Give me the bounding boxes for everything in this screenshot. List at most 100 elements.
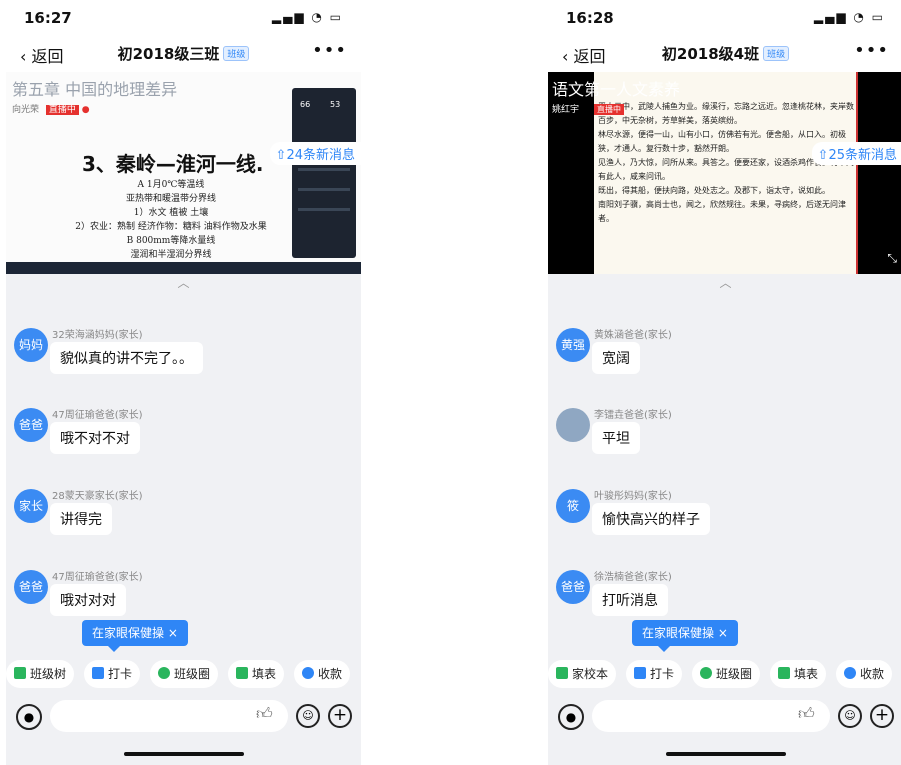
live-video-player[interactable]: 第五章 中国的地理差异 向光荣 直播中 ● 3、秦岭—淮河一线. A 1月0℃等… — [6, 72, 361, 274]
avatar[interactable]: 家长 — [14, 489, 48, 523]
avatar[interactable]: 爸爸 — [14, 570, 48, 604]
tool-label: 填表 — [252, 667, 277, 681]
emoji-icon[interactable]: ☺ — [838, 704, 862, 728]
voice-icon[interactable]: ● — [16, 704, 42, 730]
slide-body: A 1月0℃等温线 亚热带和暖温带分界线 1）水文 植被 土壤 2）农业：熟制 … — [46, 178, 296, 262]
message-bubble[interactable]: 愉快高兴的样子 — [592, 503, 710, 535]
class-badge: 班级 — [763, 46, 790, 61]
tool-checkin[interactable]: 打卡 — [84, 660, 141, 688]
sender-name: 李镭垚爸爸(家长) — [594, 410, 672, 421]
tool-form[interactable]: 填表 — [770, 660, 827, 688]
input-bar: ● 👍︎ ☺ + — [548, 700, 901, 734]
slide-line: 1）水文 植被 土壤 — [133, 208, 209, 218]
more-menu-button[interactable]: ••• — [854, 40, 889, 61]
tool-label: 班级圈 — [716, 667, 753, 681]
tool-form[interactable]: 填表 — [228, 660, 285, 688]
list-item: 李镭垚爸爸(家长) 平坦 — [548, 400, 901, 472]
form-icon — [778, 667, 790, 679]
payment-icon — [302, 667, 314, 679]
tool-payment[interactable]: 收款 — [836, 660, 893, 688]
status-bar: 16:27 ▂▄▆ ◔ ▭ — [6, 0, 361, 38]
teacher-chat-panel: 66 53 — [292, 88, 356, 258]
tool-payment[interactable]: 收款 — [294, 660, 351, 688]
class-badge: 班级 — [223, 46, 250, 61]
more-menu-button[interactable]: ••• — [312, 40, 347, 61]
message-input[interactable] — [592, 700, 830, 732]
list-item: 家长 28蒙天豪家长(家长) 讲得完 — [6, 481, 361, 553]
sender-name: 32荣海涵妈妈(家长) — [52, 330, 143, 341]
panel-stat: 53 — [330, 100, 341, 109]
slide-line: 湿润和半湿润分界线 — [130, 250, 212, 260]
emoji-icon[interactable]: ☺ — [296, 704, 320, 728]
tool-class-circle[interactable]: 班级圈 — [150, 660, 219, 688]
tool-label: 家校本 — [572, 667, 609, 681]
status-bar: 16:28 ▂▄▆ ◔ ▭ — [548, 0, 901, 38]
avatar[interactable]: 筱 — [556, 489, 590, 523]
doc-paragraph: 既出，得其船，便扶向路，处处志之。及郡下，诣太守，说如此。 — [598, 186, 830, 195]
slide-heading: 3、秦岭—淮河一线. — [82, 152, 264, 176]
eye-exercise-banner[interactable]: 在家眼保健操 × — [632, 620, 738, 652]
message-bubble[interactable]: 哦不对不对 — [50, 422, 140, 454]
tool-homework-book[interactable]: 家校本 — [548, 660, 617, 688]
slide-chapter: 第五章 中国的地理差异 — [12, 80, 178, 99]
collapse-chevron-icon[interactable]: ︿ — [548, 274, 901, 290]
payment-icon — [844, 667, 856, 679]
status-time: 16:27 — [24, 9, 72, 27]
message-bubble[interactable]: 讲得完 — [50, 503, 112, 535]
thumbs-up-icon[interactable]: 👍︎ — [256, 704, 273, 724]
tool-label: 收款 — [318, 667, 343, 681]
sender-name: 徐浩楠爸爸(家长) — [594, 572, 672, 583]
teacher-name: 向光荣 直播中 ● — [12, 105, 90, 115]
message-bubble[interactable]: 打听消息 — [592, 584, 668, 616]
list-item: 筱 叶骏彤妈妈(家长) 愉快高兴的样子 — [548, 481, 901, 553]
eye-exercise-banner[interactable]: 在家眼保健操 × — [82, 620, 188, 652]
plus-icon[interactable]: + — [870, 704, 894, 728]
message-bubble[interactable]: 哦对对对 — [50, 584, 126, 616]
new-messages-badge[interactable]: ⇧24条新消息 — [269, 142, 361, 165]
avatar[interactable]: 妈妈 — [14, 328, 48, 362]
tool-checkin[interactable]: 打卡 — [626, 660, 683, 688]
list-item: 妈妈 32荣海涵妈妈(家长) 貌似真的讲不完了。。 — [6, 320, 361, 392]
input-bar: ● 👍︎ ☺ + — [6, 700, 361, 734]
avatar[interactable] — [556, 408, 590, 442]
tool-label: 打卡 — [108, 667, 133, 681]
voice-icon[interactable]: ● — [558, 704, 584, 730]
thumbs-up-icon[interactable]: 👍︎ — [798, 704, 815, 724]
message-input[interactable] — [50, 700, 288, 732]
circle-icon — [158, 667, 170, 679]
signal-wifi-battery-icon: ▂▄▆ ◔ ▭ — [813, 10, 885, 24]
message-bubble[interactable]: 宽阔 — [592, 342, 640, 374]
taskbar — [6, 262, 361, 274]
message-bubble[interactable]: 貌似真的讲不完了。。 — [50, 342, 203, 374]
right-phone-screen: 16:28 ▂▄▆ ◔ ▭ ‹ 返回 初2018级4班 班级 ••• 晋太元中，武… — [548, 0, 901, 765]
tool-label: 班级圈 — [174, 667, 211, 681]
collapse-chevron-icon[interactable]: ︿ — [6, 274, 361, 290]
slide-line: A 1月0℃等温线 — [137, 180, 205, 190]
tool-class-circle[interactable]: 班级圈 — [692, 660, 761, 688]
list-item: 爸爸 47周征瑜爸爸(家长) 哦不对不对 — [6, 400, 361, 472]
slide-line: 亚热带和暖温带分界线 — [125, 194, 216, 204]
avatar[interactable]: 黄强 — [556, 328, 590, 362]
message-bubble[interactable]: 平坦 — [592, 422, 640, 454]
list-item: 黄强 黄姝涵爸爸(家长) 宽阔 — [548, 320, 901, 392]
slide-line: B 800mm等降水量线 — [126, 236, 216, 246]
plus-icon[interactable]: + — [328, 704, 352, 728]
book-icon — [556, 667, 568, 679]
tool-class-tree[interactable]: 班级树 — [6, 660, 75, 688]
panel-line — [298, 168, 350, 171]
sender-name: 黄姝涵爸爸(家长) — [594, 330, 672, 341]
home-indicator — [666, 752, 786, 756]
tool-label: 班级树 — [30, 667, 67, 681]
home-indicator — [124, 752, 244, 756]
new-messages-badge[interactable]: ⇧25条新消息 — [811, 142, 901, 165]
fullscreen-icon[interactable]: ⤡ — [887, 251, 897, 266]
nav-bar: ‹ 返回 初2018级三班 班级 ••• — [6, 38, 361, 72]
tool-label: 收款 — [860, 667, 885, 681]
live-video-player[interactable]: 晋太元中，武陵人捕鱼为业。缘溪行，忘路之远近。忽逢桃花林，夹岸数百步，中无杂树，… — [548, 72, 901, 274]
panel-line — [298, 188, 350, 191]
quick-tools: 班级树 打卡 班级圈 填表 收款 — [6, 660, 361, 690]
checkin-icon — [92, 667, 104, 679]
avatar[interactable]: 爸爸 — [556, 570, 590, 604]
quick-tools: 家校本 打卡 班级圈 填表 收款 — [548, 660, 901, 690]
avatar[interactable]: 爸爸 — [14, 408, 48, 442]
